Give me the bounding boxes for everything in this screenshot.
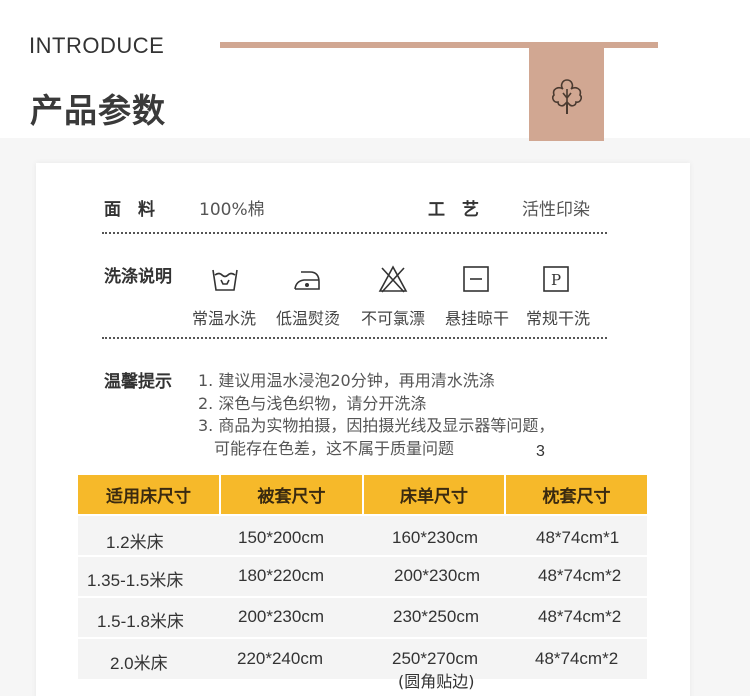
tip-line: 1. 建议用温水浸泡20分钟，再用清水洗涤	[198, 371, 495, 390]
cotton-icon	[551, 78, 582, 114]
iron-icon	[294, 271, 320, 290]
table-cell: 48*74cm*2	[535, 649, 619, 668]
table-cell: 1.5-1.8米床	[97, 612, 184, 631]
craft-label: 工 艺	[428, 200, 479, 220]
care-label-bleach: 不可氯漂	[360, 309, 425, 328]
table-cell: 1.35-1.5米床	[87, 571, 184, 590]
tips-label: 温馨提示	[104, 372, 172, 392]
dry-clean-icon: P	[543, 266, 569, 292]
tip-line: 可能存在色差，这不属于质量问题	[214, 439, 455, 458]
page-title: 产品参数	[30, 91, 166, 130]
care-label-dry: 悬挂晾干	[444, 309, 509, 328]
divider	[102, 232, 607, 234]
washing-label: 洗涤说明	[104, 267, 172, 287]
table-cell: 180*220cm	[238, 566, 325, 585]
tip-line: 3. 商品为实物拍摄，因拍摄光线及显示器等问题，	[198, 416, 555, 435]
care-label-iron: 低温熨烫	[275, 309, 340, 328]
care-label-dryclean: 常规干洗	[525, 309, 590, 328]
table-cell: 150*200cm	[238, 528, 325, 547]
cotton-badge	[529, 48, 604, 141]
note-number: 3	[536, 443, 545, 460]
material-value: 100%棉	[199, 200, 265, 220]
material-label: 面 料	[104, 200, 155, 220]
table-cell: 250*270cm	[392, 649, 479, 668]
header-section: INTRODUCE 产品参数	[0, 0, 750, 141]
craft-value: 活性印染	[522, 200, 590, 220]
table-cell: 48*74cm*1	[536, 528, 620, 547]
table-cell: 160*230cm	[392, 528, 479, 547]
table-header-bed: 适用床尺寸	[78, 475, 219, 514]
table-cell: 48*74cm*2	[538, 607, 622, 626]
table-cell: 230*250cm	[393, 607, 480, 626]
hang-dry-icon	[463, 266, 489, 292]
tip-line: 2. 深色与浅色织物，请分开洗涤	[198, 394, 427, 413]
table-header-sheet: 床单尺寸	[364, 475, 504, 514]
table-cell: 48*74cm*2	[538, 566, 622, 585]
introduce-heading: INTRODUCE	[29, 33, 165, 58]
divider	[102, 337, 607, 339]
table-header-pillow: 枕套尺寸	[506, 475, 647, 514]
care-label-wash: 常温水洗	[191, 309, 256, 328]
table-cell: 200*230cm	[394, 566, 481, 585]
table-header-duvet: 被套尺寸	[221, 475, 362, 514]
wash-tub-icon	[212, 269, 238, 291]
no-bleach-icon	[378, 265, 408, 293]
table-cell: 200*230cm	[238, 607, 325, 626]
svg-text:P: P	[551, 271, 561, 289]
table-cell: 220*240cm	[237, 649, 324, 668]
table-cell: 2.0米床	[110, 654, 168, 673]
table-cell: 1.2米床	[106, 533, 164, 552]
table-footnote: (圆角贴边)	[398, 672, 475, 691]
